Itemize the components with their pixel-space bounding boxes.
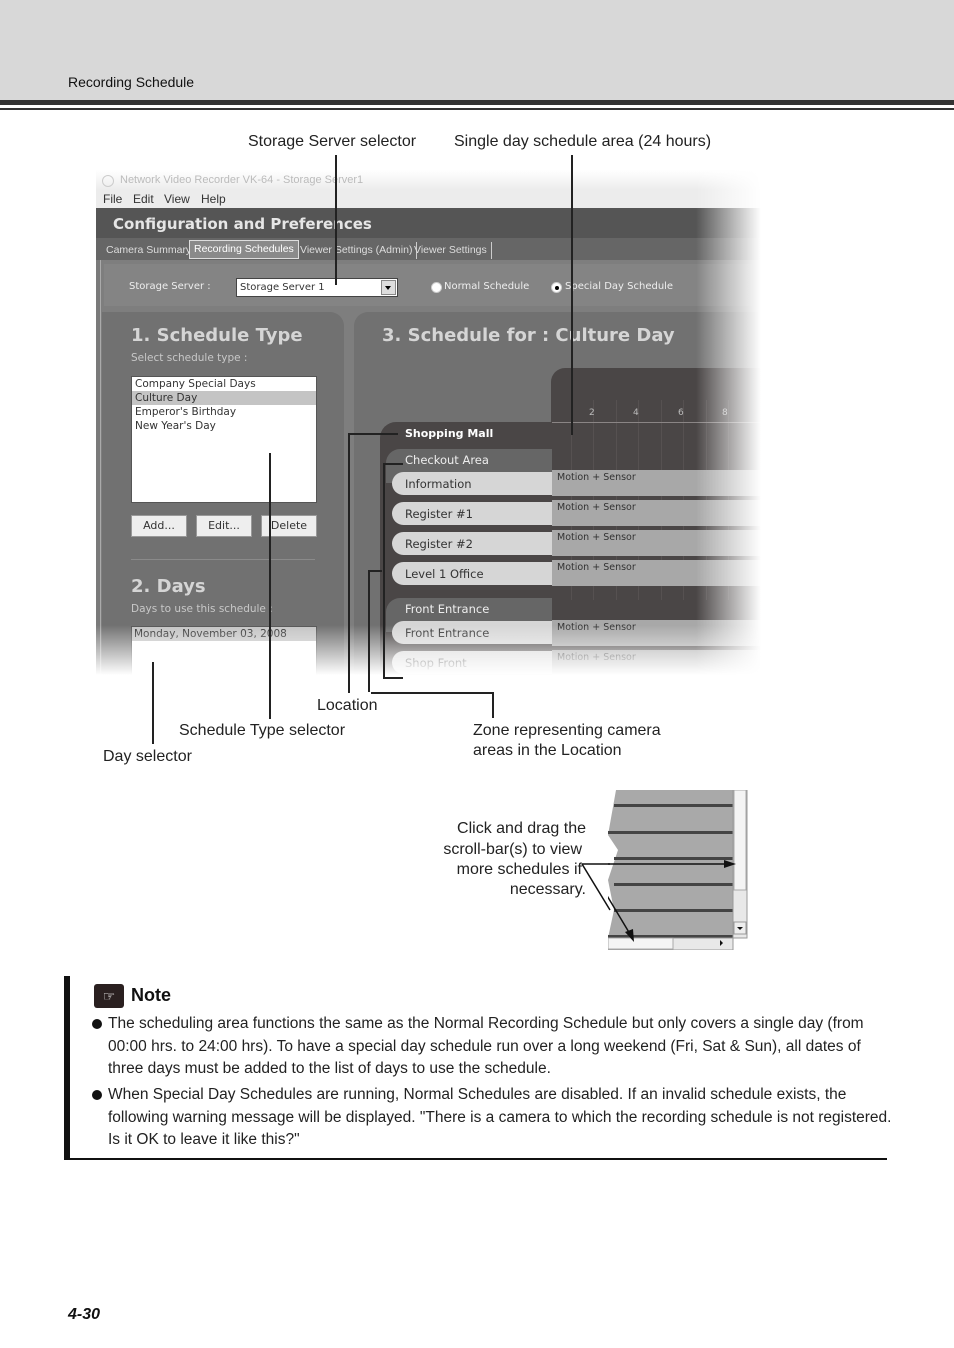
section2-title: 2. Days (131, 576, 206, 597)
bullet-icon (92, 1090, 102, 1100)
menu-bar: File Edit View Help (96, 190, 761, 208)
list-item[interactable]: New Year's Day (132, 419, 316, 433)
callout-scroll-line3: more schedules if (456, 861, 582, 878)
list-item[interactable]: Emperor's Birthday (132, 405, 316, 419)
callout-storage-server-selector: Storage Server selector (248, 133, 417, 150)
leader-line (368, 570, 370, 692)
config-title: Configuration and Preferences (113, 215, 372, 233)
header-rule-thin (0, 108, 954, 110)
menu-edit[interactable]: Edit (133, 192, 154, 206)
section-title: Recording Schedule (68, 74, 195, 90)
callout-scroll-line1: Click and drag the (457, 820, 586, 837)
section2-subtitle: Days to use this schedule : (131, 603, 273, 615)
schedule-mode: Motion + Sensor (557, 472, 636, 483)
callout-location: Location (317, 697, 378, 714)
radio-normal-schedule[interactable] (431, 282, 442, 293)
app-icon (102, 175, 114, 187)
note-bullet-text: When Special Day Schedules are running, … (108, 1086, 892, 1148)
note-bullet: When Special Day Schedules are running, … (92, 1084, 892, 1152)
section1-subtitle: Select schedule type : (131, 352, 248, 364)
window-titlebar: Network Video Recorder VK-64 - Storage S… (96, 170, 761, 190)
camera-name: Level 1 Office (405, 567, 484, 581)
schedule-type-list[interactable]: Company Special Days Culture Day Emperor… (131, 376, 317, 503)
chevron-down-icon[interactable] (381, 280, 396, 295)
pointing-hand-icon: ☞ (94, 984, 124, 1008)
zone-name[interactable]: Checkout Area (405, 453, 489, 467)
callout-zone-line2: areas in the Location (473, 742, 622, 759)
app-screenshot: Network Video Recorder VK-64 - Storage S… (96, 170, 761, 675)
vertical-scroll-thumb (733, 790, 747, 891)
fade-overlay (96, 625, 761, 675)
location-name[interactable]: Shopping Mall (405, 427, 493, 440)
leader-line (571, 155, 573, 435)
tab-viewer-settings[interactable]: Viewer Settings (410, 242, 492, 259)
camera-name: Register #2 (405, 537, 473, 551)
note-bullet-text: The scheduling area functions the same a… (108, 1015, 864, 1077)
zone-name[interactable]: Front Entrance (405, 602, 489, 616)
scrollbar-illustration-svg (608, 790, 748, 950)
tab-camera-summary[interactable]: Camera Summary (102, 242, 197, 259)
schedule-mode: Motion + Sensor (557, 532, 636, 543)
leader-line (368, 570, 382, 572)
note-side-bar (64, 976, 70, 1160)
leader-line (348, 433, 398, 435)
divider (131, 559, 315, 560)
radio-special-label: Special Day Schedule (565, 281, 674, 292)
menu-file[interactable]: File (103, 192, 122, 206)
callout-zone-line1: Zone representing camera (473, 722, 661, 739)
scroll-arrow-lines (581, 863, 611, 911)
leader-line (383, 463, 385, 678)
leader-line (335, 155, 337, 285)
leader-line (383, 463, 403, 465)
menu-view[interactable]: View (164, 192, 190, 206)
leader-line (269, 453, 271, 719)
radio-special-day-schedule[interactable] (551, 282, 562, 293)
radio-normal-label: Normal Schedule (444, 281, 530, 292)
edit-button[interactable]: Edit... (196, 515, 252, 537)
schedule-mode: Motion + Sensor (557, 562, 636, 573)
list-item[interactable]: Company Special Days (132, 377, 316, 391)
callout-scroll-line2: scroll-bar(s) to view (443, 841, 582, 858)
add-button[interactable]: Add... (131, 515, 187, 537)
fade-overlay (696, 170, 761, 675)
bullet-icon (92, 1019, 102, 1029)
callout-single-day-area: Single day schedule area (24 hours) (454, 133, 712, 150)
hour-tick: 6 (678, 408, 684, 418)
hour-tick: 4 (633, 408, 639, 418)
hour-tick: 2 (589, 408, 595, 418)
leader-line (371, 692, 493, 694)
storage-server-value: Storage Server 1 (240, 282, 325, 293)
note-bullet: The scheduling area functions the same a… (92, 1013, 892, 1081)
callout-schedule-type-selector: Schedule Type selector (179, 722, 346, 739)
list-item-selected[interactable]: Culture Day (132, 391, 316, 405)
header-rule-thick (0, 100, 954, 105)
storage-server-select[interactable]: Storage Server 1 (236, 278, 398, 297)
section3-title: 3. Schedule for : Culture Day (382, 325, 675, 346)
leader-line (348, 433, 350, 693)
leader-line (152, 662, 154, 744)
page-number: 4-30 (68, 1306, 101, 1323)
section1-title: 1. Schedule Type (131, 325, 303, 346)
leader-line (383, 677, 403, 679)
menu-help[interactable]: Help (201, 192, 226, 206)
scrollbar-illustration (608, 790, 748, 950)
storage-server-label: Storage Server : (129, 281, 211, 292)
window-title: Network Video Recorder VK-64 - Storage S… (120, 174, 364, 186)
tab-viewer-settings-admin[interactable]: Viewer Settings (Admin) (296, 242, 418, 259)
tab-recording-schedules[interactable]: Recording Schedules (189, 240, 299, 259)
note-bottom-rule (64, 1158, 887, 1160)
callout-day-selector: Day selector (103, 748, 192, 765)
callout-scroll-line4: necessary. (509, 881, 586, 898)
note-title: Note (131, 985, 171, 1005)
camera-name: Information (405, 477, 472, 491)
schedule-mode: Motion + Sensor (557, 502, 636, 513)
leader-line (492, 692, 494, 718)
camera-name: Register #1 (405, 507, 473, 521)
